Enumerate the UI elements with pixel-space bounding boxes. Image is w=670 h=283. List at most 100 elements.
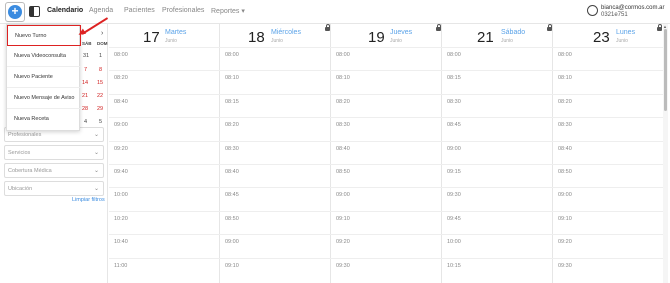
toggle-sidebar-icon[interactable] bbox=[29, 6, 40, 17]
time-slot[interactable]: 08:15 bbox=[220, 93, 331, 117]
lock-icon bbox=[325, 24, 330, 31]
time-slot[interactable]: 08:00 bbox=[220, 47, 331, 70]
mini-cal-day[interactable]: 21 bbox=[82, 93, 88, 99]
mini-cal-day[interactable]: 22 bbox=[97, 93, 103, 99]
day-number: 18 bbox=[248, 29, 265, 46]
filter-ubicacion[interactable]: Ubicación ⌄ bbox=[4, 181, 104, 196]
time-slot[interactable]: 10:40 bbox=[109, 234, 220, 257]
time-slot[interactable]: 08:00 bbox=[553, 47, 663, 70]
time-slot[interactable]: 08:30 bbox=[331, 117, 442, 140]
time-slot[interactable]: 09:00 bbox=[220, 234, 331, 257]
time-slot[interactable]: 08:20 bbox=[553, 93, 663, 117]
nav-calendario[interactable]: Calendario bbox=[47, 7, 83, 14]
time-slot[interactable]: 08:30 bbox=[553, 117, 663, 140]
time-slot[interactable]: 09:15 bbox=[442, 164, 553, 187]
mini-cal-day[interactable]: 7 bbox=[84, 67, 87, 73]
time-slot[interactable]: 09:30 bbox=[442, 187, 553, 210]
day-name: Miércoles bbox=[271, 29, 301, 36]
time-slot[interactable]: 09:10 bbox=[331, 210, 442, 234]
time-slot[interactable]: 09:30 bbox=[553, 257, 663, 281]
mini-cal-day[interactable]: 15 bbox=[97, 80, 103, 86]
chevron-down-icon: ⌄ bbox=[93, 168, 99, 174]
filter-label: Ubicación bbox=[8, 186, 33, 192]
filter-label: Cobertura Médica bbox=[8, 168, 52, 174]
time-slot[interactable]: 09:00 bbox=[442, 140, 553, 164]
time-slot[interactable]: 08:10 bbox=[553, 70, 663, 93]
next-month-icon[interactable]: › bbox=[101, 30, 103, 37]
mini-cal-day[interactable]: 14 bbox=[82, 80, 88, 86]
mini-cal-day[interactable]: 4 bbox=[84, 119, 87, 125]
time-slot[interactable]: 09:20 bbox=[109, 140, 220, 164]
scroll-up-icon[interactable]: ▲ bbox=[663, 24, 667, 29]
time-slot[interactable]: 10:20 bbox=[109, 210, 220, 234]
day-month: Junio bbox=[390, 38, 402, 44]
mini-cal-day[interactable]: 29 bbox=[97, 106, 103, 112]
day-number: 23 bbox=[593, 29, 610, 46]
time-slot[interactable]: 08:00 bbox=[442, 47, 553, 70]
chevron-down-icon: ⌄ bbox=[93, 150, 99, 156]
menu-item-nueva-videoconsulta[interactable]: Nueva Videoconsulta bbox=[7, 46, 81, 67]
time-slot[interactable]: 08:00 bbox=[331, 47, 442, 70]
nav-pacientes[interactable]: Pacientes bbox=[124, 7, 155, 14]
time-slot[interactable]: 08:20 bbox=[109, 70, 220, 93]
time-slot[interactable]: 08:50 bbox=[220, 210, 331, 234]
time-slot[interactable]: 09:20 bbox=[331, 234, 442, 257]
menu-item-nueva-receta[interactable]: Nueva Receta bbox=[7, 109, 81, 130]
day-name: Lunes bbox=[616, 29, 636, 36]
time-slot[interactable]: 09:30 bbox=[331, 257, 442, 281]
scrollbar-thumb[interactable] bbox=[664, 29, 667, 111]
menu-item-nuevo-paciente[interactable]: Nuevo Paciente bbox=[7, 67, 81, 88]
filter-servicios[interactable]: Servicios ⌄ bbox=[4, 145, 104, 160]
time-slot[interactable]: 10:00 bbox=[442, 234, 553, 257]
day-number: 19 bbox=[368, 29, 385, 46]
time-slot[interactable]: 09:40 bbox=[109, 164, 220, 187]
time-slot[interactable]: 08:10 bbox=[331, 70, 442, 93]
filter-cobertura[interactable]: Cobertura Médica ⌄ bbox=[4, 163, 104, 178]
time-slot[interactable]: 09:00 bbox=[109, 117, 220, 140]
day-month: Junio bbox=[165, 38, 177, 44]
time-slot[interactable]: 08:30 bbox=[220, 140, 331, 164]
time-slot[interactable]: 09:10 bbox=[553, 210, 663, 234]
time-slot[interactable]: 08:50 bbox=[331, 164, 442, 187]
menu-item-nuevo-turno[interactable]: Nuevo Turno bbox=[7, 25, 81, 46]
plus-icon[interactable]: + bbox=[8, 5, 22, 19]
day-column: 18 Miércoles Junio 08:00 08:10 08:15 08:… bbox=[220, 24, 331, 283]
time-slot[interactable]: 09:10 bbox=[220, 257, 331, 281]
mini-cal-day[interactable]: 1 bbox=[99, 53, 102, 59]
time-slot[interactable]: 11:00 bbox=[109, 257, 220, 281]
day-number: 21 bbox=[477, 29, 494, 46]
mini-cal-day[interactable]: 31 bbox=[83, 53, 89, 59]
time-slot[interactable]: 08:20 bbox=[220, 117, 331, 140]
time-slot[interactable]: 09:00 bbox=[553, 187, 663, 210]
time-slot[interactable]: 08:50 bbox=[553, 164, 663, 187]
time-slot[interactable]: 09:45 bbox=[442, 210, 553, 234]
time-slot[interactable]: 08:40 bbox=[553, 140, 663, 164]
nav-agenda[interactable]: Agenda bbox=[89, 7, 113, 14]
nav-reportes[interactable]: Reportes ▾ bbox=[211, 7, 245, 15]
time-slot[interactable]: 08:40 bbox=[109, 93, 220, 117]
time-slot[interactable]: 08:00 bbox=[109, 47, 220, 70]
time-slot[interactable]: 09:20 bbox=[553, 234, 663, 257]
clear-filters-link[interactable]: Limpiar filtros bbox=[72, 197, 105, 203]
time-slot[interactable]: 08:40 bbox=[220, 164, 331, 187]
time-slot[interactable]: 08:45 bbox=[220, 187, 331, 210]
day-column: 23 Lunes Junio 08:00 08:10 08:20 08:30 0… bbox=[553, 24, 663, 283]
time-slot[interactable]: 08:10 bbox=[220, 70, 331, 93]
time-slot[interactable]: 08:40 bbox=[331, 140, 442, 164]
mini-cal-day[interactable]: 5 bbox=[99, 119, 102, 125]
day-column: 17 Martes Junio 08:00 08:20 08:40 09:00 … bbox=[109, 24, 220, 283]
nav-profesionales[interactable]: Profesionales bbox=[162, 7, 204, 14]
menu-item-nuevo-mensaje[interactable]: Nuevo Mensaje de Aviso bbox=[7, 88, 81, 109]
time-slot[interactable]: 08:30 bbox=[442, 93, 553, 117]
time-slot[interactable]: 08:20 bbox=[331, 93, 442, 117]
time-slot[interactable]: 10:00 bbox=[109, 187, 220, 210]
lock-icon bbox=[436, 24, 441, 31]
mini-cal-day[interactable]: 8 bbox=[99, 67, 102, 73]
time-slot[interactable]: 08:15 bbox=[442, 70, 553, 93]
user-avatar-icon bbox=[587, 5, 598, 16]
mini-cal-header-dom: DOM bbox=[97, 41, 108, 46]
time-slot[interactable]: 10:15 bbox=[442, 257, 553, 281]
time-slot[interactable]: 09:00 bbox=[331, 187, 442, 210]
time-slot[interactable]: 08:45 bbox=[442, 117, 553, 140]
mini-cal-day[interactable]: 28 bbox=[82, 106, 88, 112]
